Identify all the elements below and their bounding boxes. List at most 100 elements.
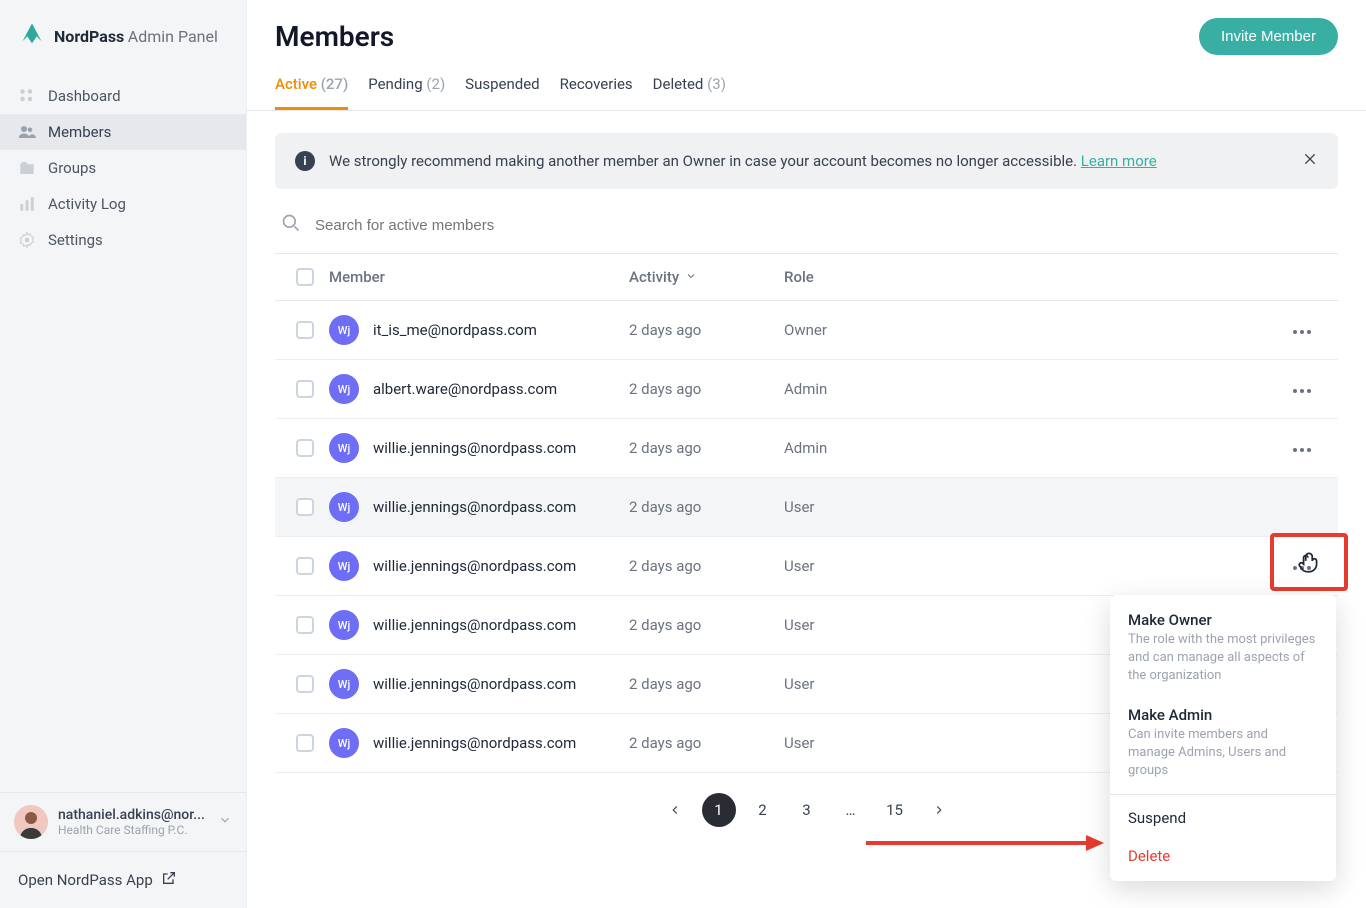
row-actions-menu: Make Owner The role with the most privil… — [1110, 595, 1336, 881]
member-role: Admin — [784, 380, 1272, 398]
tab-active[interactable]: Active (27) — [275, 75, 348, 110]
row-checkbox[interactable] — [296, 439, 314, 457]
menu-desc: The role with the most privileges and ca… — [1128, 631, 1318, 686]
nav-item-members[interactable]: Members — [0, 114, 246, 150]
row-actions-button[interactable] — [1286, 551, 1318, 581]
member-email: willie.jennings@nordpass.com — [373, 557, 576, 575]
member-role: Owner — [784, 321, 1272, 339]
member-avatar: Wj — [329, 551, 359, 581]
row-checkbox[interactable] — [296, 616, 314, 634]
nav-item-dashboard[interactable]: Dashboard — [0, 78, 246, 114]
page-15[interactable]: 15 — [878, 793, 912, 827]
tabs: Active (27) Pending (2) Suspended Recoverie… — [247, 63, 1366, 111]
member-avatar: Wj — [329, 492, 359, 522]
menu-title: Make Admin — [1128, 706, 1318, 724]
member-activity: 2 days ago — [629, 321, 784, 339]
page-prev[interactable] — [658, 793, 692, 827]
row-checkbox[interactable] — [296, 380, 314, 398]
owner-warning-banner: i We strongly recommend making another m… — [275, 133, 1338, 189]
table-row[interactable]: Wj willie.jennings@nordpass.com 2 days ago… — [275, 537, 1338, 596]
row-checkbox[interactable] — [296, 321, 314, 339]
page-2[interactable]: 2 — [746, 793, 780, 827]
settings-icon — [18, 231, 36, 249]
row-checkbox[interactable] — [296, 734, 314, 752]
main: Members Invite Member Active (27) Pending… — [247, 0, 1366, 908]
member-activity: 2 days ago — [629, 439, 784, 457]
col-activity-header[interactable]: Activity — [629, 268, 784, 286]
member-role: Admin — [784, 439, 1272, 457]
menu-title: Delete — [1128, 847, 1318, 865]
row-actions-button[interactable] — [1296, 501, 1308, 513]
user-email: nathaniel.adkins@nor... — [58, 807, 208, 823]
member-avatar: Wj — [329, 315, 359, 345]
open-app-label: Open NordPass App — [18, 871, 153, 889]
col-role-header[interactable]: Role — [784, 268, 1272, 286]
menu-separator — [1110, 794, 1336, 795]
user-block[interactable]: nathaniel.adkins@nor... Health Care Staf… — [0, 792, 246, 851]
chevron-down-icon[interactable] — [218, 813, 232, 831]
page-next[interactable] — [922, 793, 956, 827]
banner-learn-more-link[interactable]: Learn more — [1081, 152, 1157, 170]
tab-label: Suspended — [465, 75, 539, 93]
page-1[interactable]: 1 — [702, 793, 736, 827]
row-checkbox[interactable] — [296, 498, 314, 516]
member-email: albert.ware@nordpass.com — [373, 380, 557, 398]
dashboard-icon — [18, 87, 36, 105]
row-checkbox[interactable] — [296, 557, 314, 575]
table-row[interactable]: Wj willie.jennings@nordpass.com 2 days ago… — [275, 419, 1338, 478]
row-actions-button[interactable] — [1286, 315, 1318, 345]
col-member-header[interactable]: Member — [329, 268, 629, 286]
search-input[interactable] — [315, 217, 1332, 234]
menu-title: Make Owner — [1128, 611, 1318, 629]
select-all-checkbox[interactable] — [296, 268, 314, 286]
member-activity: 2 days ago — [629, 380, 784, 398]
tab-pending[interactable]: Pending (2) — [368, 75, 445, 110]
row-actions-button[interactable] — [1286, 374, 1318, 404]
nav-item-activity-log[interactable]: Activity Log — [0, 186, 246, 222]
table-row[interactable]: Wjalbert.ware@nordpass.com2 days agoAdmi… — [275, 360, 1338, 419]
open-app-button[interactable]: Open NordPass App — [0, 851, 246, 908]
row-checkbox[interactable] — [296, 675, 314, 693]
member-avatar: Wj — [329, 728, 359, 758]
menu-suspend[interactable]: Suspend — [1110, 799, 1336, 837]
menu-make-admin[interactable]: Make Admin Can invite members and manage… — [1110, 696, 1336, 791]
page-ellipsis: … — [834, 793, 868, 827]
nav-item-groups[interactable]: Groups — [0, 150, 246, 186]
member-email: it_is_me@nordpass.com — [373, 321, 537, 339]
menu-make-owner[interactable]: Make Owner The role with the most privil… — [1110, 601, 1336, 696]
nav-label: Activity Log — [48, 195, 126, 213]
tab-label: Recoveries — [560, 75, 633, 93]
invite-member-button[interactable]: Invite Member — [1199, 18, 1338, 55]
table-row[interactable]: Wj it_is_me@nordpass.com 2 days agoOwner — [275, 301, 1338, 360]
member-avatar: Wj — [329, 669, 359, 699]
brand-logo-icon — [18, 20, 46, 52]
member-avatar: Wj — [329, 433, 359, 463]
tab-label: Active — [275, 75, 317, 93]
member-activity: 2 days ago — [629, 557, 784, 575]
tab-count: (3) — [707, 75, 726, 93]
nav-item-settings[interactable]: Settings — [0, 222, 246, 258]
table-header: Member Activity Role — [275, 253, 1338, 301]
tab-label: Pending — [368, 75, 422, 93]
external-link-icon — [161, 870, 177, 890]
info-icon: i — [295, 151, 315, 171]
page-title: Members — [275, 20, 394, 53]
nav-label: Dashboard — [48, 87, 121, 105]
member-role: User — [784, 557, 1272, 575]
member-email: willie.jennings@nordpass.com — [373, 439, 576, 457]
member-activity: 2 days ago — [629, 616, 784, 634]
tab-deleted[interactable]: Deleted (3) — [653, 75, 726, 110]
tab-count: (27) — [321, 75, 349, 93]
search-icon — [281, 213, 301, 237]
member-email: willie.jennings@nordpass.com — [373, 675, 576, 693]
tab-recoveries[interactable]: Recoveries — [560, 75, 633, 110]
page-3[interactable]: 3 — [790, 793, 824, 827]
tab-suspended[interactable]: Suspended — [465, 75, 539, 110]
tab-count: (2) — [426, 75, 445, 93]
member-avatar: Wj — [329, 610, 359, 640]
close-icon[interactable] — [1302, 151, 1318, 171]
table-row[interactable]: Wjwillie.jennings@nordpass.com2 days ago… — [275, 478, 1338, 537]
user-org: Health Care Staffing P.C. — [58, 823, 208, 837]
menu-delete[interactable]: Delete — [1110, 837, 1336, 875]
row-actions-button[interactable] — [1286, 433, 1318, 463]
